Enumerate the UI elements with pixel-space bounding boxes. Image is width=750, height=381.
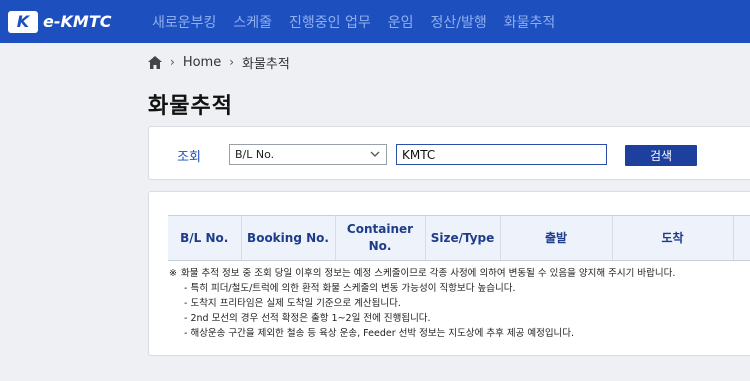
search-panel: 조회 B/L No. 검색	[148, 126, 750, 180]
search-type-select[interactable]: B/L No.	[229, 144, 387, 165]
notice-mark: ※	[169, 268, 177, 279]
nav-cargo-tracking[interactable]: 화물추적	[504, 12, 556, 32]
search-label: 조회	[177, 150, 201, 165]
chevron-down-icon	[370, 151, 380, 157]
notice-item: - 도착지 프리타임은 실제 도착일 기준으로 계산됩니다.	[184, 298, 401, 309]
page-title: 화물추적	[148, 94, 233, 119]
result-panel: B/L No. Booking No. Container No. Size/T…	[148, 191, 750, 356]
breadcrumb-home[interactable]: Home	[183, 55, 221, 70]
logo-mark: K	[8, 10, 38, 33]
column-header-size-type: Size/Type	[425, 215, 501, 261]
column-header-bl-no: B/L No.	[168, 215, 242, 261]
search-type-value: B/L No.	[235, 148, 275, 161]
tracking-result-table: B/L No. Booking No. Container No. Size/T…	[168, 215, 750, 261]
nav-new-booking[interactable]: 새로운부킹	[152, 12, 216, 32]
logo-text: e-KMTC	[43, 12, 112, 31]
breadcrumb-current: 화물추적	[242, 56, 290, 72]
notice-item: - 2nd 모선의 경우 선적 확정은 출항 1~2일 전에 진행됩니다.	[184, 313, 431, 324]
top-navigation-bar: K e-KMTC 새로운부킹 스케줄 진행중인 업무 운임 정산/발행 화물추적	[0, 0, 750, 43]
breadcrumb-separator: ›	[229, 55, 235, 69]
notice-lead-row: ※ 화물 추적 정보 중 조회 당일 이후의 정보는 예정 스케줄이므로 각종 사…	[169, 266, 675, 281]
kmtc-logo[interactable]: K e-KMTC	[8, 9, 111, 34]
notice-item: - 특히 피더/철도/트럭에 의한 환적 화물 스케줄의 변동 가능성이 직항보…	[184, 283, 516, 294]
notice-text: ※ 화물 추적 정보 중 조회 당일 이후의 정보는 예정 스케줄이므로 각종 사…	[169, 266, 675, 341]
table-header-row: B/L No. Booking No. Container No. Size/T…	[168, 215, 750, 261]
nav-schedule[interactable]: 스케줄	[233, 12, 272, 32]
main-nav: 새로운부킹 스케줄 진행중인 업무 운임 정산/발행 화물추적	[152, 0, 572, 43]
nav-freight[interactable]: 운임	[388, 12, 414, 32]
home-icon[interactable]	[148, 55, 162, 69]
column-header-departure: 출발	[500, 215, 613, 261]
column-header-more	[733, 215, 750, 261]
column-header-booking-no: Booking No.	[241, 215, 336, 261]
column-header-container-no: Container No.	[335, 215, 426, 261]
nav-settlement[interactable]: 정산/발행	[431, 12, 487, 32]
notice-lead: 화물 추적 정보 중 조회 당일 이후의 정보는 예정 스케줄이므로 각종 사정…	[181, 268, 676, 279]
breadcrumb: › Home › 화물추적	[148, 54, 290, 72]
notice-item: - 해상운송 구간을 제외한 철송 등 육상 운송, Feeder 선박 정보는…	[184, 328, 575, 339]
nav-in-progress[interactable]: 진행중인 업무	[289, 12, 371, 32]
breadcrumb-separator: ›	[170, 55, 175, 69]
column-header-arrival: 도착	[612, 215, 734, 261]
search-input[interactable]	[396, 144, 607, 165]
search-button[interactable]: 검색	[625, 145, 697, 166]
